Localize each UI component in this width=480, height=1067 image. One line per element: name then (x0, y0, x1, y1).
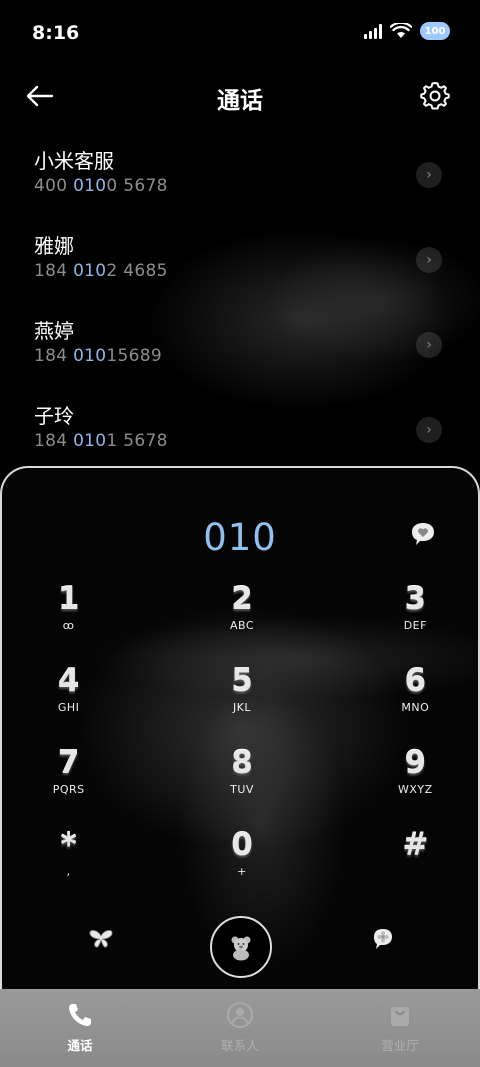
key-5[interactable]: 5 JKL (175, 662, 308, 744)
bear-icon (231, 936, 251, 961)
number-match: 010 (73, 346, 107, 366)
status-bar: 8:16 100 (0, 0, 480, 68)
key-7[interactable]: 7 PQRS (2, 744, 175, 826)
butterfly-icon[interactable] (88, 928, 114, 950)
call-item[interactable]: 燕婷 184 01015689 › (0, 310, 480, 395)
key-8[interactable]: 8 TUV (175, 744, 308, 826)
contact-name: 燕婷 (34, 319, 74, 343)
dialpad-actions (2, 916, 480, 980)
contact-name: 雅娜 (34, 234, 74, 258)
contact-name: 小米客服 (34, 149, 114, 173)
keypad-row: *, 0 + # (2, 826, 480, 908)
call-item[interactable]: 雅娜 184 0102 4685 › (0, 225, 480, 310)
gear-icon[interactable] (420, 80, 450, 110)
dialed-number[interactable]: 010 (2, 516, 478, 559)
keypad-row: 4 GHI 5 JKL 6 MNO (2, 662, 480, 744)
key-0[interactable]: 0 + (175, 826, 308, 908)
contact-name: 子玲 (34, 404, 74, 428)
key-hash[interactable]: # (309, 826, 480, 908)
flower-bubble-icon[interactable] (370, 926, 396, 952)
call-item[interactable]: 小米客服 400 0100 5678 › (0, 140, 480, 225)
key-1[interactable]: 1ꝏ (2, 580, 175, 662)
key-3[interactable]: 3 DEF (309, 580, 480, 662)
key-2[interactable]: 2 ABC (175, 580, 308, 662)
contact-number: 184 0101 5678 (34, 431, 168, 451)
key-6[interactable]: 6 MNO (309, 662, 480, 744)
chevron-right-icon[interactable]: › (416, 162, 442, 188)
heart-bubble-icon[interactable] (408, 520, 438, 548)
status-icons: 100 (364, 22, 450, 40)
number-match: 010 (73, 431, 107, 451)
number-match: 010 (73, 176, 107, 196)
header: 通话 (0, 68, 480, 124)
chevron-right-icon[interactable]: › (416, 247, 442, 273)
keypad: 1ꝏ 2 ABC 3 DEF 4 GHI 5 JKL 6 MNO 7 PQRS 8 TUV 9… (2, 580, 480, 908)
tab-calls[interactable]: 通话 (0, 989, 160, 1067)
contact-number: 184 01015689 (34, 346, 163, 366)
wifi-icon (390, 23, 412, 38)
recent-calls-list: 小米客服 400 0100 5678 › 雅娜 184 0102 4685 › … (0, 140, 480, 480)
page-title: 通话 (217, 88, 263, 114)
chevron-right-icon[interactable]: › (416, 332, 442, 358)
person-icon (227, 1002, 253, 1028)
voicemail-icon: ꝏ (62, 619, 75, 632)
tab-service-hall[interactable]: 营业厅 (320, 989, 480, 1067)
key-4[interactable]: 4 GHI (2, 662, 175, 744)
number-match: 010 (73, 261, 107, 281)
signal-icon (364, 23, 382, 39)
bag-icon (391, 1007, 409, 1026)
contact-number: 184 0102 4685 (34, 261, 168, 281)
keypad-row: 7 PQRS 8 TUV 9 WXYZ (2, 744, 480, 826)
dialpad-panel: 010 1ꝏ 2 ABC 3 DEF 4 GHI 5 JKL 6 MNO 7 PQRS 8T… (0, 466, 480, 996)
phone-icon (69, 1004, 91, 1026)
key-star[interactable]: *, (2, 826, 175, 908)
status-time: 8:16 (32, 22, 80, 44)
chevron-right-icon[interactable]: › (416, 417, 442, 443)
battery-icon: 100 (420, 22, 450, 40)
key-9[interactable]: 9 WXYZ (309, 744, 480, 826)
keypad-row: 1ꝏ 2 ABC 3 DEF (2, 580, 480, 662)
bottom-tab-bar: 通话 联系人 营业厅 (0, 989, 480, 1067)
call-button[interactable] (210, 916, 272, 978)
contact-number: 400 0100 5678 (34, 176, 168, 196)
tab-contacts[interactable]: 联系人 (160, 989, 320, 1067)
